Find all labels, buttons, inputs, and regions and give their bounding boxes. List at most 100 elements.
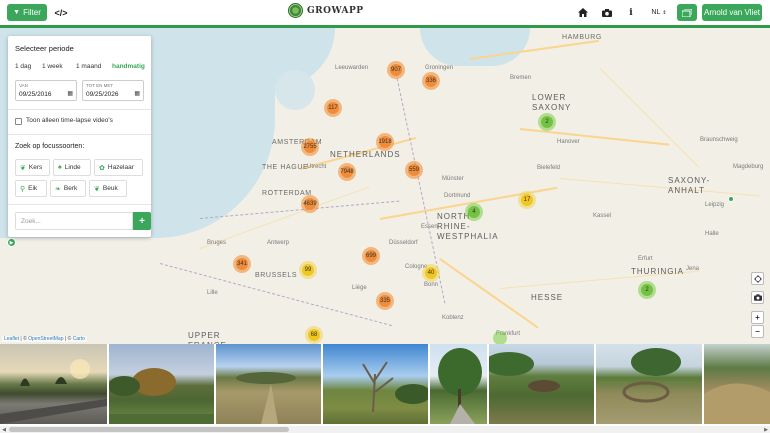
cluster-marker[interactable]: 336 xyxy=(422,72,440,90)
observation-marker[interactable] xyxy=(728,196,734,202)
photo-thumbnail[interactable] xyxy=(704,344,770,424)
species-kers-button[interactable]: ❦ Kers xyxy=(15,159,50,176)
photo-strip-scrollbar[interactable]: ◀ ▶ xyxy=(0,426,770,433)
filter-button[interactable]: ▼ Filter xyxy=(7,4,47,21)
map-label: Leipzig xyxy=(705,202,725,208)
period-month[interactable]: 1 maand xyxy=(76,63,101,70)
cluster-marker[interactable]: 559 xyxy=(405,161,423,179)
app-logo[interactable]: GROWAPP xyxy=(288,3,364,18)
cluster-marker[interactable]: 2 xyxy=(538,113,556,131)
map-label: Groningen xyxy=(425,65,454,71)
locate-icon xyxy=(753,274,762,283)
map-label: Essen xyxy=(421,224,438,230)
leaf-icon: ♠ xyxy=(58,164,62,171)
map-label: THURINGIA xyxy=(631,267,684,276)
osm-link[interactable]: OpenStreetMap xyxy=(28,336,63,342)
species-hazelaar-button[interactable]: ✿ Hazelaar xyxy=(94,159,143,176)
panel-divider xyxy=(8,134,151,135)
timelapse-checkbox[interactable] xyxy=(15,118,22,125)
add-search-button[interactable]: + xyxy=(133,212,151,230)
app-title: GROWAPP xyxy=(307,5,364,16)
cluster-marker[interactable]: 4 xyxy=(465,203,483,221)
filter-label: Filter xyxy=(23,8,41,17)
period-day[interactable]: 1 dag xyxy=(15,63,31,70)
play-icon[interactable]: ▶ xyxy=(7,238,16,247)
scroll-left-icon[interactable]: ◀ xyxy=(0,426,8,433)
map-label: Halle xyxy=(705,231,719,237)
focus-species-title: Zoek op focussoorten: xyxy=(15,143,85,150)
photo-thumbnail[interactable] xyxy=(0,344,107,424)
cluster-marker[interactable]: 907 xyxy=(387,61,405,79)
screenshot-button[interactable] xyxy=(751,291,764,304)
code-icon[interactable]: </> xyxy=(53,5,69,20)
cluster-count: 335 xyxy=(379,298,390,304)
info-icon[interactable]: i xyxy=(623,5,639,20)
map-label: Koblenz xyxy=(442,315,464,321)
locate-button[interactable] xyxy=(751,272,764,285)
home-icon[interactable] xyxy=(575,5,591,20)
map-attribution: Leaflet | © OpenStreetMap | © Carto xyxy=(2,336,87,342)
photo-thumbnail[interactable] xyxy=(216,344,321,424)
cluster-marker[interactable]: 341 xyxy=(233,255,251,273)
calendar-icon[interactable]: ▦ xyxy=(67,90,73,97)
species-berk-button[interactable]: ❧ Berk xyxy=(50,180,86,197)
map-label: HAMBURG xyxy=(562,34,602,41)
map-label: LOWER SAXONY xyxy=(532,93,572,112)
map-label: Erfurt xyxy=(638,256,653,262)
language-select[interactable]: NL ⇕ xyxy=(647,5,671,20)
carto-link[interactable]: Carto xyxy=(73,336,85,342)
user-button[interactable]: Arnold van Vliet xyxy=(702,4,762,21)
scrollbar-thumb[interactable] xyxy=(9,427,289,432)
leaflet-link[interactable]: Leaflet xyxy=(4,336,19,342)
map-label: Düsseldorf xyxy=(389,240,418,246)
cluster-marker[interactable]: 699 xyxy=(362,247,380,265)
road xyxy=(599,68,700,168)
map-label: Antwerp xyxy=(267,240,290,246)
photo-thumbnail[interactable] xyxy=(323,344,428,424)
period-manual[interactable]: handmatig xyxy=(112,63,145,70)
calendar-icon[interactable]: ▦ xyxy=(134,90,140,97)
cluster-marker[interactable]: 2 xyxy=(638,281,656,299)
cluster-marker[interactable]: 17 xyxy=(518,191,536,209)
map-label: Magdeburg xyxy=(733,164,764,170)
camera-icon[interactable] xyxy=(599,5,615,20)
cluster-count: 559 xyxy=(408,167,419,173)
cluster-marker[interactable]: 117 xyxy=(324,99,342,117)
cluster-marker[interactable]: 2755 xyxy=(301,138,319,156)
species-search-input[interactable]: Zoek... xyxy=(15,212,133,230)
cluster-marker[interactable]: 99 xyxy=(299,261,317,279)
cluster-marker[interactable]: 68 xyxy=(305,326,323,344)
zoom-in-button[interactable]: + xyxy=(751,311,764,324)
photo-thumbnail[interactable] xyxy=(489,344,594,424)
photo-thumbnail[interactable] xyxy=(430,344,487,424)
leaf-icon: ⚲ xyxy=(20,185,26,193)
map-label: Jena xyxy=(686,266,700,272)
cluster-marker[interactable]: 335 xyxy=(376,292,394,310)
gallery-button[interactable] xyxy=(677,4,697,21)
date-to-value: 09/25/2026 xyxy=(86,91,119,98)
photo-thumbnail[interactable] xyxy=(596,344,702,424)
species-beuk-button[interactable]: ❦ Beuk xyxy=(89,180,127,197)
cluster-count: 99 xyxy=(304,267,312,273)
scroll-right-icon[interactable]: ▶ xyxy=(762,426,770,433)
cluster-marker[interactable]: 1918 xyxy=(376,133,394,151)
map-label: Kassel xyxy=(593,213,612,219)
cluster-marker[interactable]: 7948 xyxy=(338,163,356,181)
zoom-out-label: − xyxy=(755,327,760,336)
camera-icon xyxy=(753,294,762,301)
photo-thumbnail[interactable] xyxy=(109,344,214,424)
cluster-marker[interactable] xyxy=(493,331,507,344)
species-label: Eik xyxy=(28,185,38,192)
cluster-count: 2755 xyxy=(303,144,317,150)
cluster-marker[interactable]: 4639 xyxy=(301,195,319,213)
cluster-marker[interactable]: 40 xyxy=(422,264,440,282)
map-label: Bonn xyxy=(424,282,439,288)
period-week[interactable]: 1 week xyxy=(42,63,63,70)
species-eik-button[interactable]: ⚲ Eik xyxy=(15,180,47,197)
timelapse-label[interactable]: Toon alleen time-lapse video's xyxy=(26,117,113,124)
species-linde-button[interactable]: ♠ Linde xyxy=(53,159,91,176)
attribution-separator: | © xyxy=(64,336,72,342)
date-to-field[interactable]: TOT EN MET 09/25/2026 ▦ xyxy=(82,80,144,101)
zoom-out-button[interactable]: − xyxy=(751,325,764,338)
date-from-field[interactable]: VAN 09/25/2016 ▦ xyxy=(15,80,77,101)
